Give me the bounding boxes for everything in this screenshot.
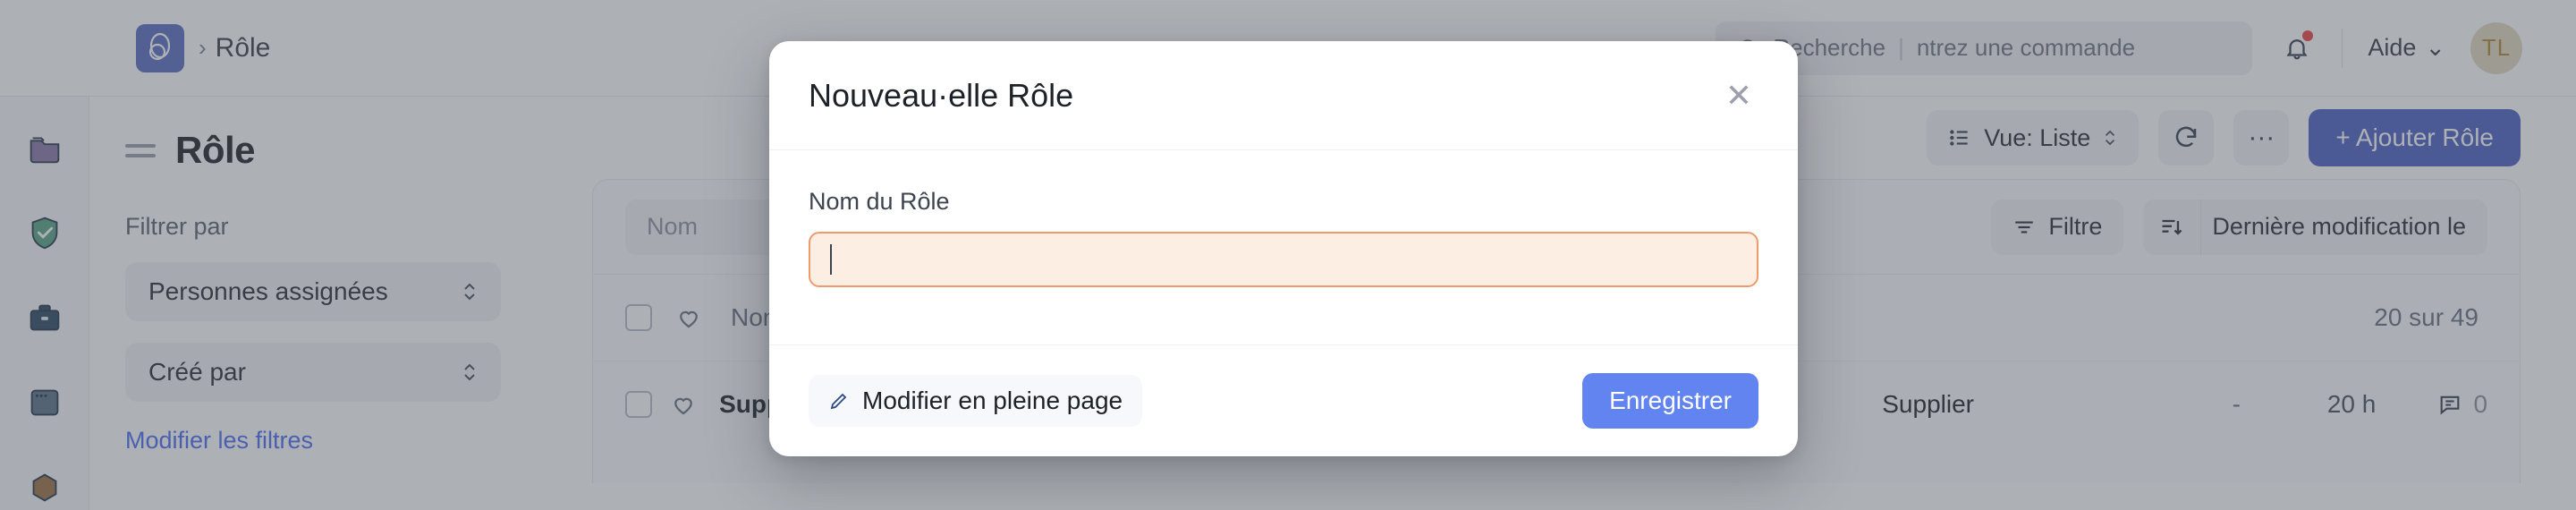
pencil-icon [828,390,850,412]
modal-body: Nom du Rôle [769,150,1798,345]
modal-title: Nouveau·elle Rôle [809,76,1074,114]
edit-fullpage-label: Modifier en pleine page [862,387,1123,414]
modal-header: Nouveau·elle Rôle ✕ [769,41,1798,150]
close-icon[interactable]: ✕ [1719,76,1758,115]
save-button[interactable]: Enregistrer [1582,373,1758,429]
text-cursor [830,244,832,275]
role-name-input[interactable] [809,232,1758,287]
role-name-label: Nom du Rôle [809,188,950,215]
modal-footer: Modifier en pleine page Enregistrer [769,345,1798,456]
save-button-label: Enregistrer [1609,387,1732,414]
new-role-modal: Nouveau·elle Rôle ✕ Nom du Rôle Modifier… [769,41,1798,456]
edit-fullpage-button[interactable]: Modifier en pleine page [809,375,1143,427]
